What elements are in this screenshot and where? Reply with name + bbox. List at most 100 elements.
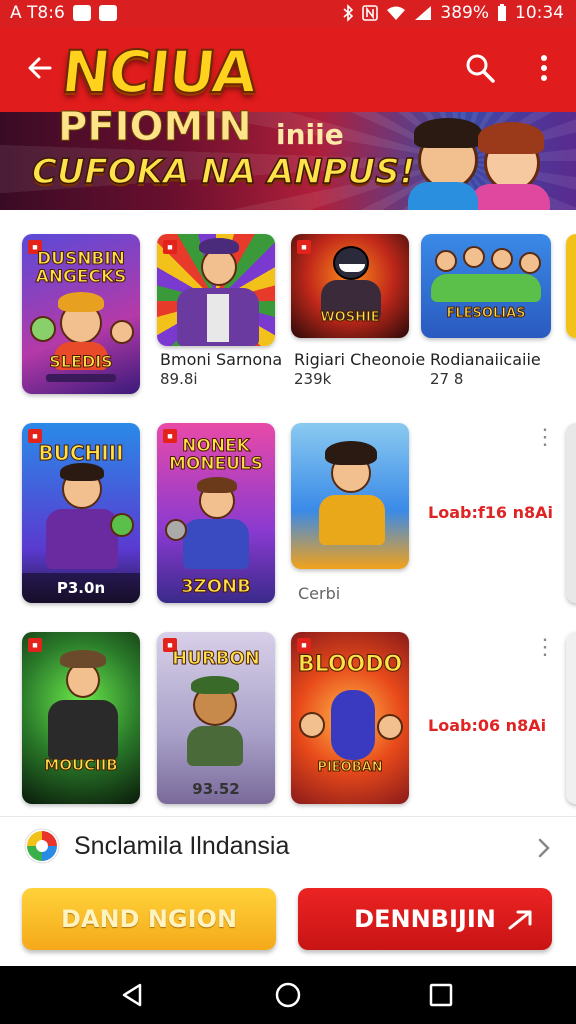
notification-mail-icon (72, 5, 91, 21)
nav-recents-icon[interactable] (428, 982, 454, 1008)
card-art (566, 234, 576, 338)
card-character-side (30, 316, 56, 342)
card-strip (46, 374, 116, 382)
card-subtitle: SLEDIS (49, 352, 113, 372)
card-character-face (377, 714, 403, 740)
row2-more-icon[interactable]: ⋮ (534, 426, 556, 448)
card-character-hat (199, 238, 239, 254)
battery-percent: 389% (440, 3, 489, 23)
header-subtitle: CUFOKA NA ANPUS! (31, 151, 416, 193)
game-card[interactable]: ■ DUSNBIN ANGECKS SLEDIS (22, 234, 140, 394)
game-card[interactable]: ■ BUCHIII P3.0n (22, 423, 140, 603)
card-character-hair (197, 477, 237, 493)
card-title: HURBON (172, 648, 261, 670)
game-title: Bmoni Sarnona (160, 350, 283, 369)
card-character-body (183, 519, 249, 569)
card-character-face (333, 246, 369, 280)
card-character-grin (339, 264, 365, 272)
battery-icon (498, 4, 506, 21)
card-price: 3ZONB (181, 576, 252, 598)
status-time: 10:34 (515, 3, 564, 23)
card-character-face (299, 712, 325, 738)
wifi-icon (387, 6, 406, 20)
banner-kid-left-hair (414, 118, 482, 148)
notification-app-icon (98, 5, 117, 21)
card-title: MOUCIIB (44, 756, 118, 775)
card-subtitle: PIEOBAN (317, 760, 383, 776)
card-character-body (319, 495, 385, 545)
game-card[interactable]: ■ HURBON 93.52 (157, 632, 275, 804)
game-card[interactable]: ■ MOUCIIB (22, 632, 140, 804)
card-price: 93.52 (192, 780, 240, 798)
chevron-right-icon[interactable] (532, 836, 556, 860)
status-left-text: A T8:6 (10, 3, 65, 23)
more-options-button[interactable] (530, 50, 558, 86)
game-card[interactable]: FLESOLIAS (421, 234, 551, 338)
header-title-second: PFIOMIN (58, 104, 253, 151)
card-title: BLOODO (297, 652, 403, 678)
card-character-group (431, 274, 541, 302)
game-card[interactable] (291, 423, 409, 569)
external-arrow-icon (508, 910, 532, 930)
card-character-hair (60, 463, 104, 481)
card-character-face (435, 250, 457, 272)
card-character-body (46, 509, 118, 569)
card-character-side-2 (110, 320, 134, 344)
back-button[interactable] (22, 50, 58, 86)
nav-home-icon[interactable] (275, 982, 301, 1008)
card-badge: ■ (297, 638, 311, 652)
card-art-text: WOSHIE (320, 310, 380, 326)
primary-action-label: DAND NGION (60, 905, 238, 933)
bluetooth-icon (343, 4, 354, 22)
game-card-partial[interactable] (566, 423, 576, 603)
store-logo-icon (24, 828, 60, 864)
card-badge: ■ (163, 240, 177, 254)
secondary-action-label: DENNBIJIN (354, 905, 496, 933)
back-arrow-icon (28, 57, 52, 79)
game-title: Cerbi (298, 584, 341, 603)
card-price: P3.0n (22, 573, 140, 603)
card-character-face (519, 252, 541, 274)
card-character-body (331, 690, 375, 760)
game-downloads: 239k (294, 370, 332, 388)
row2-status-text: Loab:f16 n8Ai (428, 503, 554, 522)
search-button[interactable] (462, 50, 498, 86)
banner-kid-body (470, 184, 550, 210)
search-icon (466, 54, 495, 83)
card-character-body (48, 700, 118, 760)
game-title: Rigiari Cheonoie (294, 350, 426, 369)
card-badge: ■ (297, 240, 311, 254)
card-title: DUSNBIN ANGECKS (35, 249, 127, 287)
status-bar: A T8:6 389% 10:34 (0, 0, 576, 28)
game-card[interactable]: ■ WOSHIE (291, 234, 409, 338)
card-character-hat (60, 650, 106, 668)
card-art (566, 423, 576, 603)
game-card[interactable]: ■ (157, 234, 275, 346)
game-card-partial[interactable] (566, 234, 576, 338)
card-shirt (207, 294, 229, 342)
banner-kid-body-2 (408, 182, 478, 210)
header-title-second-suffix: iniie (276, 118, 344, 151)
card-badge: ■ (28, 638, 42, 652)
card-character-face (491, 248, 513, 270)
card-art-text: FLESOLIAS (446, 306, 526, 322)
card-art (566, 632, 576, 804)
card-character-hat (191, 676, 239, 694)
primary-action-button[interactable]: DAND NGION (22, 888, 276, 950)
card-title: BUCHIII (38, 441, 124, 466)
nav-back-icon[interactable] (120, 982, 146, 1008)
header-title-main: NCIUA (57, 37, 259, 107)
row3-status-text: Loab:06 n8Ai (428, 716, 547, 735)
secondary-action-button[interactable]: DENNBIJIN (298, 888, 552, 950)
game-card[interactable]: ■ BLOODO PIEOBAN (291, 632, 409, 804)
banner-kid-right-hair (478, 122, 544, 154)
card-title: NONEK MONEULS (168, 436, 264, 474)
game-card[interactable]: ■ NONEK MONEULS 3ZONB (157, 423, 275, 603)
screen: A T8:6 389% 10:34 NCIUA PFIOMIN iniie CU… (0, 0, 576, 1024)
row3-more-icon[interactable]: ⋮ (534, 636, 556, 658)
store-name: Snclamila Ilndansia (74, 832, 290, 860)
card-item (110, 513, 134, 537)
game-card-partial[interactable] (566, 632, 576, 804)
game-title: Rodianaiicaiie (430, 350, 541, 369)
card-item (165, 519, 187, 541)
